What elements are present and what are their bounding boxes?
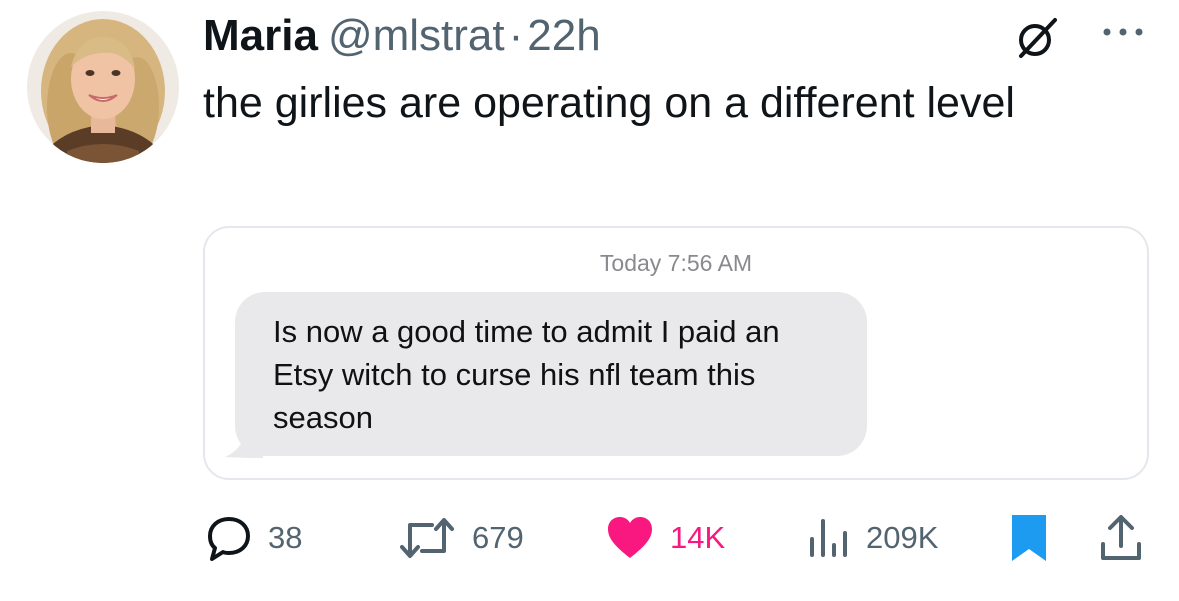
share-icon <box>1101 515 1141 560</box>
views-icon <box>810 519 847 557</box>
avatar[interactable] <box>27 11 179 163</box>
like-button[interactable]: 14K <box>606 508 725 568</box>
reply-icon <box>208 517 250 561</box>
heart-icon <box>608 517 652 558</box>
view-count: 209K <box>866 520 939 555</box>
reply-button[interactable]: 38 <box>206 508 302 568</box>
bookmark-icon <box>1012 515 1046 561</box>
reply-count: 38 <box>268 520 303 555</box>
author-handle[interactable]: @mlstrat <box>328 11 505 60</box>
bookmark-button[interactable] <box>1010 508 1048 568</box>
no-entry-icon[interactable] <box>1015 14 1061 60</box>
action-bar: 38 679 14K 209K <box>0 508 1179 568</box>
message-bubble-wrap: Is now a good time to admit I paid an Et… <box>225 292 867 458</box>
repost-icon <box>400 518 454 558</box>
like-count: 14K <box>670 520 726 555</box>
repost-count: 679 <box>472 520 524 555</box>
more-icon[interactable] <box>1100 17 1146 47</box>
message-bubble: Is now a good time to admit I paid an Et… <box>235 292 867 456</box>
author-name[interactable]: Maria <box>203 11 318 60</box>
tweet-header: Maria @mlstrat·22h <box>203 10 601 62</box>
tweet-text: the girlies are operating on a different… <box>203 79 1015 127</box>
tweet-time[interactable]: 22h <box>527 11 600 60</box>
separator-dot: · <box>508 11 524 60</box>
tweet-media[interactable]: Today 7:56 AM Is now a good time to admi… <box>203 226 1149 480</box>
share-button[interactable] <box>1098 508 1144 568</box>
views-button[interactable]: 209K <box>806 508 938 568</box>
message-timestamp: Today 7:56 AM <box>599 250 753 276</box>
repost-button[interactable]: 679 <box>398 508 524 568</box>
